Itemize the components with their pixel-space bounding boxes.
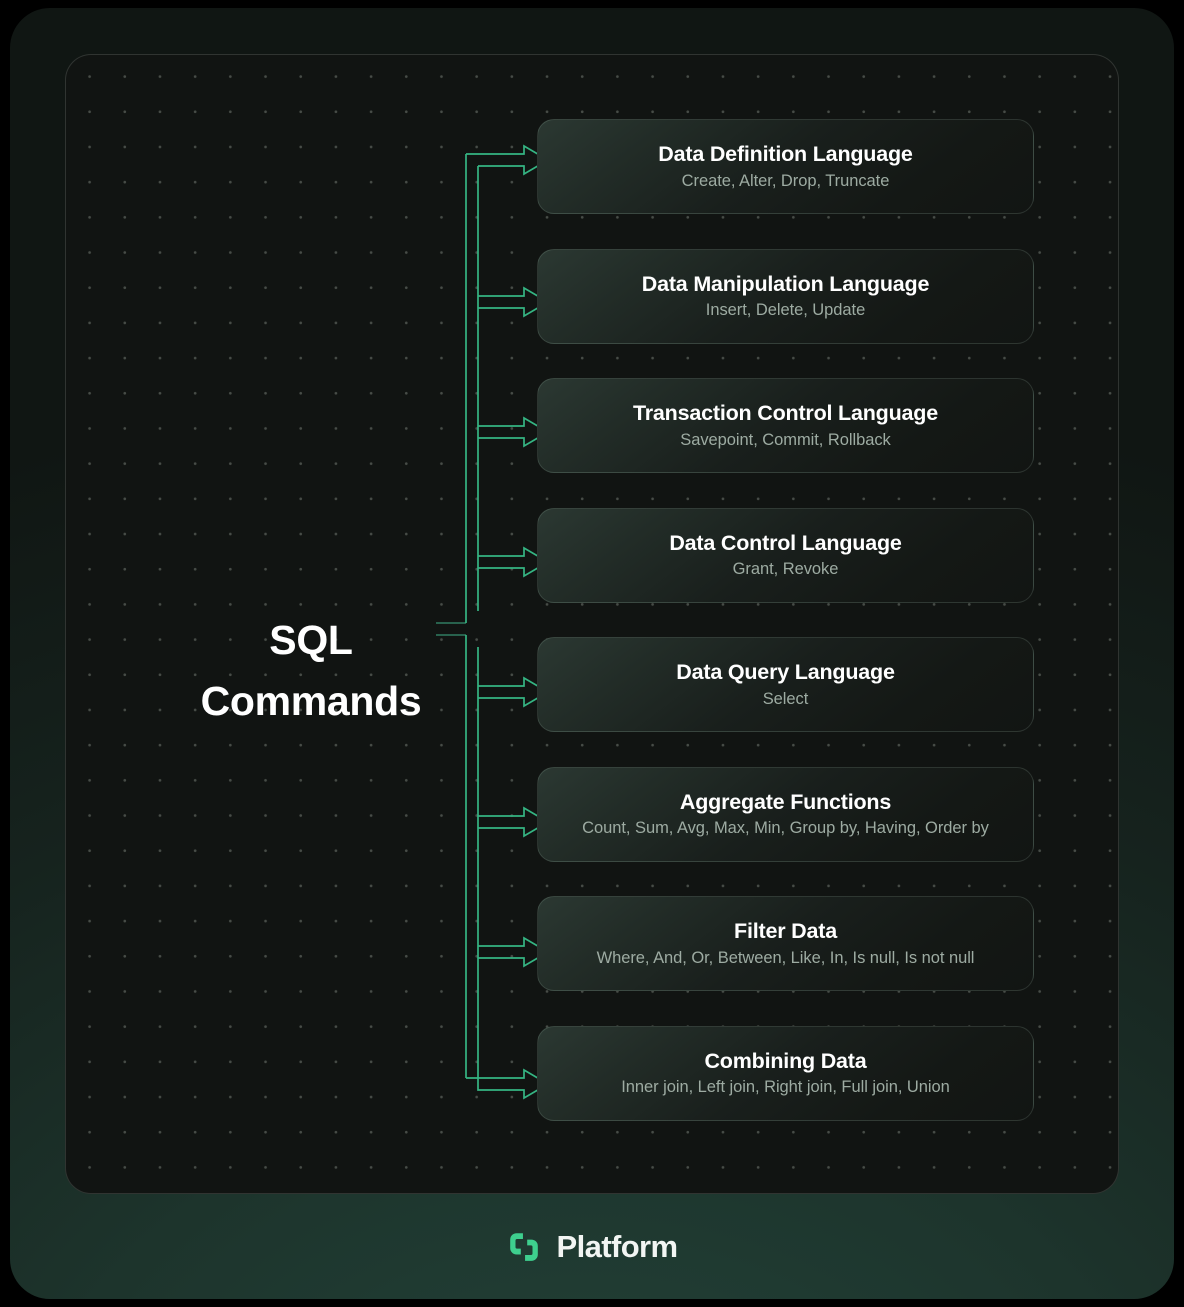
- card-data-definition-language[interactable]: Data Definition Language Create, Alter, …: [537, 119, 1034, 214]
- page-title-line-2: Commands: [200, 677, 422, 724]
- card-filter-data[interactable]: Filter Data Where, And, Or, Between, Lik…: [537, 896, 1034, 991]
- card-transaction-control-language[interactable]: Transaction Control Language Savepoint, …: [537, 378, 1034, 473]
- poster-shell: SQL Commands Data Definition Language Cr…: [10, 8, 1174, 1299]
- card-subtitle: Where, And, Or, Between, Like, In, Is nu…: [596, 948, 975, 967]
- brand-name: Platform: [556, 1229, 679, 1264]
- card-title: Data Query Language: [676, 660, 895, 684]
- card-title: Aggregate Functions: [679, 789, 892, 814]
- card-subtitle: Count, Sum, Avg, Max, Min, Group by, Hav…: [582, 819, 989, 837]
- card-subtitle: Inner join, Left join, Right join, Full …: [621, 1078, 950, 1096]
- footer-brand: Platform: [10, 1229, 1174, 1265]
- card-data-query-language[interactable]: Data Query Language Select: [537, 637, 1034, 732]
- card-title: Data Control Language: [669, 530, 902, 555]
- card-title: Filter Data: [734, 919, 837, 943]
- card-subtitle: Insert, Delete, Update: [705, 301, 866, 319]
- card-title: Combining Data: [704, 1048, 867, 1073]
- card-data-manipulation-language[interactable]: Data Manipulation Language Insert, Delet…: [537, 248, 1034, 344]
- card-data-control-language[interactable]: Data Control Language Grant, Revoke: [537, 507, 1034, 603]
- card-title: Data Definition Language: [658, 142, 913, 166]
- page-title-line-1: SQL: [269, 617, 353, 663]
- diagram-panel: SQL Commands Data Definition Language Cr…: [65, 54, 1119, 1194]
- card-combining-data[interactable]: Combining Data Inner join, Left join, Ri…: [537, 1025, 1034, 1121]
- card-title: Data Manipulation Language: [641, 271, 930, 296]
- page-title: SQL Commands: [146, 610, 476, 731]
- card-subtitle: Grant, Revoke: [732, 560, 839, 578]
- card-subtitle: Create, Alter, Drop, Truncate: [681, 171, 890, 190]
- card-subtitle: Savepoint, Commit, Rollback: [680, 430, 891, 449]
- card-title: Transaction Control Language: [633, 401, 938, 425]
- card-aggregate-functions[interactable]: Aggregate Functions Count, Sum, Avg, Max…: [537, 766, 1034, 862]
- card-list: Data Definition Language Create, Alter, …: [537, 119, 1034, 1121]
- card-subtitle: Select: [762, 689, 809, 708]
- brackets-logo-icon: [509, 1233, 538, 1261]
